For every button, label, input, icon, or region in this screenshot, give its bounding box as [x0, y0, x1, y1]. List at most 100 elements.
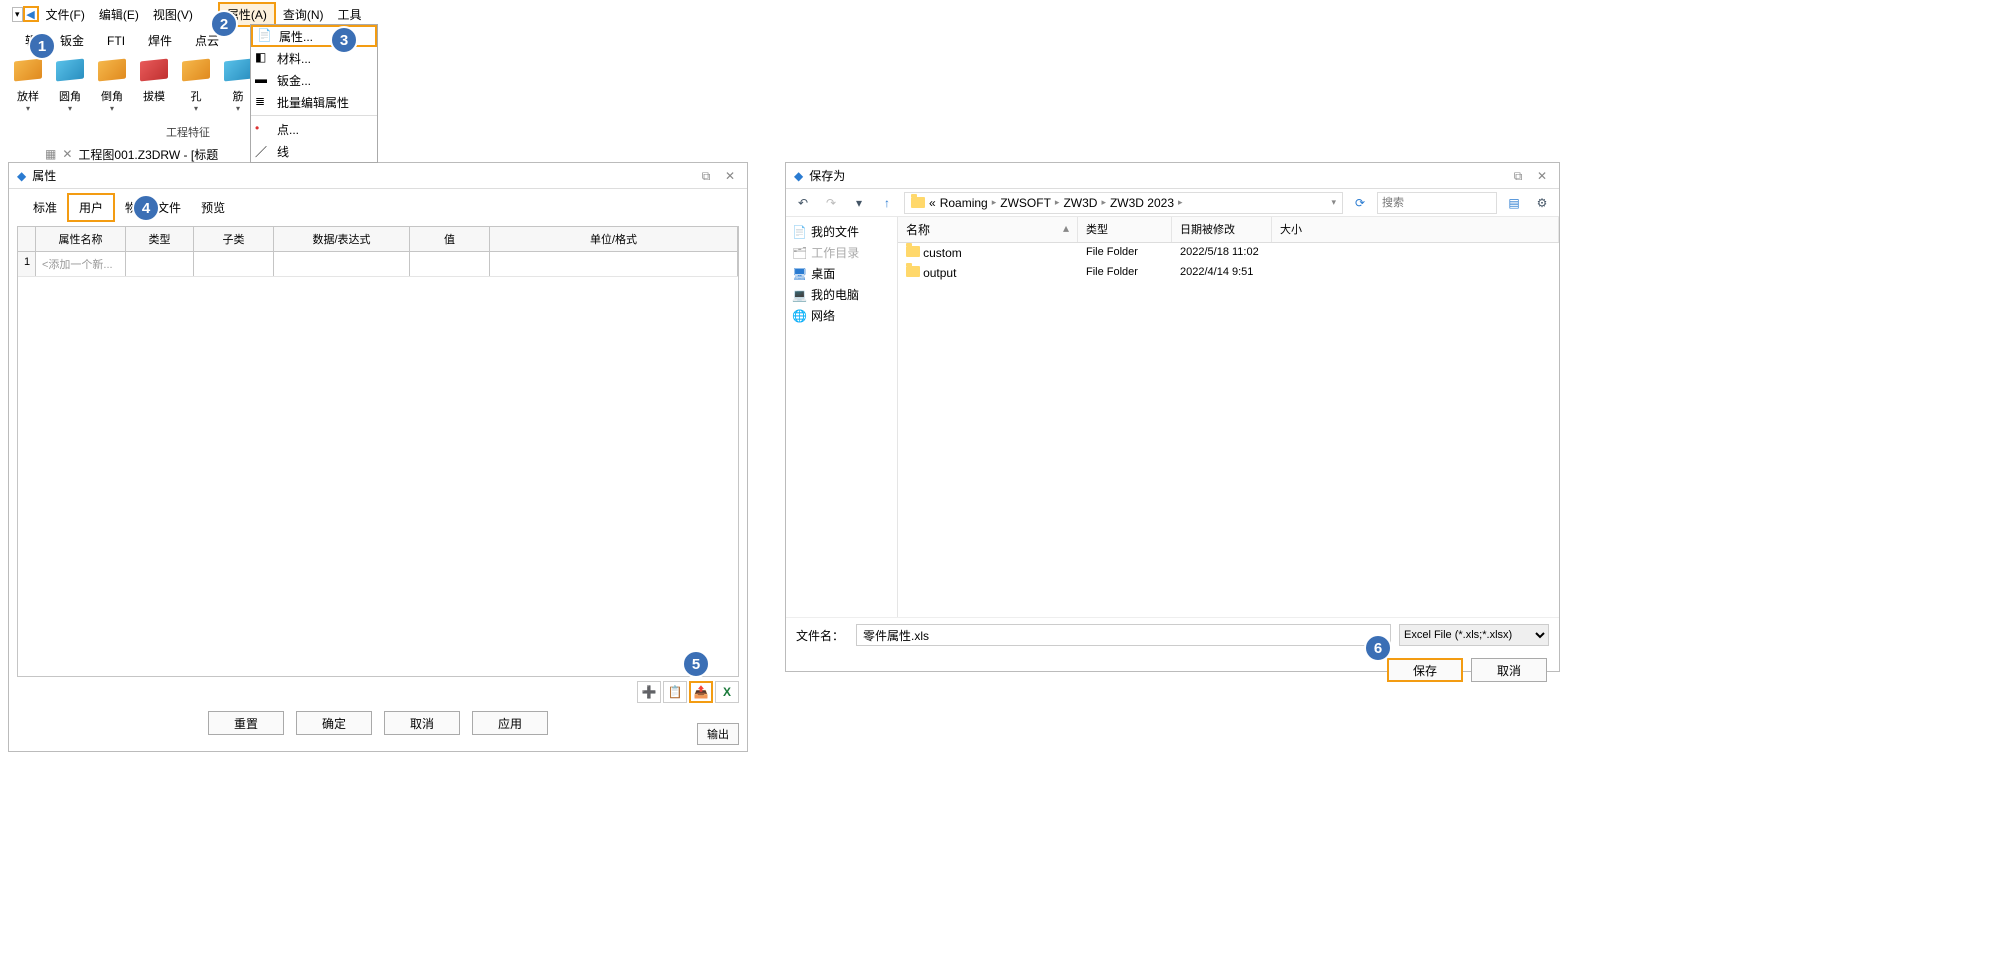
back-icon[interactable]: ↶: [792, 192, 814, 214]
quickaccess-dropdown-icon[interactable]: ▾: [12, 7, 23, 22]
tree-mydocs[interactable]: 📄我的文件: [788, 221, 895, 242]
save-actions: 保存 取消: [786, 652, 1559, 692]
close-icon[interactable]: ✕: [721, 169, 739, 183]
save-button[interactable]: 保存: [1387, 658, 1463, 682]
bc-1[interactable]: Roaming: [940, 196, 988, 210]
chamfer-icon: [98, 59, 126, 82]
close-doc-icon[interactable]: ✕: [62, 147, 72, 161]
toolbtn-import[interactable]: ➕: [637, 681, 661, 703]
app-arrow-icon[interactable]: ◀: [23, 6, 39, 22]
callout-badge-6: 6: [1364, 634, 1392, 662]
tree-mycomputer[interactable]: 💻我的电脑: [788, 284, 895, 305]
callout-badge-1: 1: [28, 32, 56, 60]
col-type[interactable]: 类型: [1078, 217, 1172, 242]
draft-icon: [140, 59, 168, 82]
bc-3[interactable]: ZW3D: [1063, 196, 1097, 210]
filename-input[interactable]: [856, 624, 1391, 646]
menu-item-label: 钣金...: [277, 72, 311, 89]
close-icon[interactable]: ✕: [1533, 169, 1551, 183]
tool-loft[interactable]: 放样▾: [8, 54, 48, 113]
save-as-dialog: ◆ 保存为 ⧉ ✕ ↶ ↷ ▾ ↑ « Roaming▸ ZWSOFT▸ ZW3…: [785, 162, 1560, 672]
col-subtype[interactable]: 子类: [194, 227, 274, 251]
fillet-icon: [56, 59, 84, 82]
tool-draft[interactable]: 拔模: [134, 54, 174, 113]
col-name[interactable]: 属性名称: [36, 227, 126, 251]
doc-icon: 📄: [792, 225, 807, 239]
dialog-titlebar: ◆ 属性 ⧉ ✕: [9, 163, 747, 189]
computer-icon: 💻: [792, 288, 807, 302]
point-icon: •: [255, 121, 271, 137]
tree-network[interactable]: 🌐网络: [788, 305, 895, 326]
menu-item-attributes[interactable]: 📄属性...: [251, 25, 377, 47]
recent-icon[interactable]: ▾: [848, 192, 870, 214]
cancel-button[interactable]: 取消: [1471, 658, 1547, 682]
menubar: ▾ ◀ 文件(F) 编辑(E) 视图(V) 属性(A) 查询(N) 工具: [10, 3, 369, 25]
forward-icon[interactable]: ↷: [820, 192, 842, 214]
ribtab-1[interactable]: 钣金: [50, 28, 94, 53]
row-name-placeholder[interactable]: <添加一个新...: [36, 252, 126, 276]
menu-item-batch-edit[interactable]: ≣批量编辑属性: [251, 91, 377, 113]
popout-icon[interactable]: ⧉: [1509, 169, 1527, 183]
folder-icon: [911, 197, 925, 208]
toolbtn-excel[interactable]: X: [715, 681, 739, 703]
bc-2[interactable]: ZWSOFT: [1000, 196, 1051, 210]
menu-tools[interactable]: 工具: [331, 4, 369, 25]
up-icon[interactable]: ↑: [876, 192, 898, 214]
view-list-icon[interactable]: ▤: [1503, 192, 1525, 214]
loft-icon: [14, 59, 42, 82]
menu-item-point[interactable]: •点...: [251, 118, 377, 140]
file-list: 名称 ▴ 类型 日期被修改 大小 custom File Folder 2022…: [898, 217, 1559, 617]
document-tab[interactable]: ▦ ✕ 工程图001.Z3DRW - [标题: [45, 144, 218, 164]
col-name[interactable]: 名称 ▴: [898, 217, 1078, 242]
file-row[interactable]: custom File Folder 2022/5/18 11:02: [898, 243, 1559, 263]
tool-fillet[interactable]: 圆角▾: [50, 54, 90, 113]
tab-user[interactable]: 用户: [67, 193, 115, 222]
apply-button[interactable]: 应用: [472, 711, 548, 735]
menu-item-sheetmetal[interactable]: ▬钣金...: [251, 69, 377, 91]
col-size[interactable]: 大小: [1272, 217, 1559, 242]
grid-row-new[interactable]: 1 <添加一个新...: [18, 252, 738, 277]
menu-edit[interactable]: 编辑(E): [92, 4, 146, 25]
col-value[interactable]: 值: [410, 227, 490, 251]
tab-standard[interactable]: 标准: [23, 195, 67, 220]
cancel-button[interactable]: 取消: [384, 711, 460, 735]
refresh-icon[interactable]: ⟳: [1349, 192, 1371, 214]
col-date[interactable]: 日期被修改: [1172, 217, 1272, 242]
ok-button[interactable]: 确定: [296, 711, 372, 735]
file-row[interactable]: output File Folder 2022/4/14 9:51: [898, 263, 1559, 283]
menu-item-line[interactable]: ／线: [251, 140, 377, 162]
ribtab-3[interactable]: 焊件: [138, 28, 182, 53]
col-data[interactable]: 数据/表达式: [274, 227, 410, 251]
bc-0[interactable]: «: [929, 196, 936, 210]
menu-view[interactable]: 视图(V): [146, 4, 200, 25]
callout-badge-4: 4: [132, 194, 160, 222]
tree-workdir[interactable]: 🗂工作目录: [788, 242, 895, 263]
menu-item-material[interactable]: ◧材料...: [251, 47, 377, 69]
tool-hole[interactable]: 孔▾: [176, 54, 216, 113]
popout-icon[interactable]: ⧉: [697, 169, 715, 183]
hole-icon: [182, 59, 210, 82]
col-type[interactable]: 类型: [126, 227, 194, 251]
breadcrumb[interactable]: « Roaming▸ ZWSOFT▸ ZW3D▸ ZW3D 2023▸ ▾: [904, 192, 1343, 214]
reset-button[interactable]: 重置: [208, 711, 284, 735]
view-options-icon[interactable]: ⚙: [1531, 192, 1553, 214]
col-unit[interactable]: 单位/格式: [490, 227, 738, 251]
dialog-icon: ◆: [17, 169, 26, 183]
layers-icon: ▦: [45, 147, 56, 161]
filetype-select[interactable]: Excel File (*.xls;*.xlsx): [1399, 624, 1549, 646]
folder-tree: 📄我的文件 🗂工作目录 🖥桌面 💻我的电脑 🌐网络: [786, 217, 898, 617]
tree-desktop[interactable]: 🖥桌面: [788, 263, 895, 284]
output-button[interactable]: 输出: [697, 723, 739, 745]
menu-file[interactable]: 文件(F): [39, 4, 92, 25]
toolbtn-paste[interactable]: 📋: [663, 681, 687, 703]
ribtab-2[interactable]: FTI: [97, 30, 135, 52]
toolbtn-export[interactable]: 📤: [689, 681, 713, 703]
tab-preview[interactable]: 预览: [191, 195, 235, 220]
search-input[interactable]: [1377, 192, 1497, 214]
menu-query[interactable]: 查询(N): [276, 4, 331, 25]
menu-item-label: 材料...: [277, 50, 311, 67]
bc-4[interactable]: ZW3D 2023: [1110, 196, 1174, 210]
menu-item-label: 属性...: [279, 28, 313, 45]
grid-header: 属性名称 类型 子类 数据/表达式 值 单位/格式: [18, 227, 738, 252]
tool-chamfer[interactable]: 倒角▾: [92, 54, 132, 113]
